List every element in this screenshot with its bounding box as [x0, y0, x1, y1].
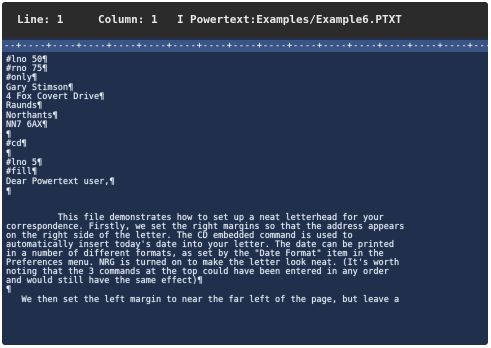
powertext-editor-window: Line: 1 Column: 1 I Powertext:Examples/E…: [2, 2, 488, 345]
document-line: #cd¶: [6, 139, 27, 149]
document-line: NN7 6AX¶: [6, 120, 48, 130]
ruler-markings: --+----+----+----+----+----+----+----+--…: [4, 41, 488, 51]
document-line: #only¶: [6, 73, 38, 83]
margin-ruler[interactable]: --+----+----+----+----+----+----+----+--…: [2, 40, 488, 52]
file-path: Powertext:Examples/Example6.PTXT: [190, 13, 402, 26]
status-bar: Line: 1 Column: 1 I Powertext:Examples/E…: [2, 2, 488, 38]
document-line: #fill¶: [6, 167, 38, 177]
screen: Line: 1 Column: 1 I Powertext:Examples/E…: [0, 0, 491, 348]
document-line: and would still have the same effect)¶: [6, 276, 203, 286]
document-line: Dear Powertext user,¶: [6, 177, 115, 187]
document-line: Raunds¶: [6, 101, 43, 111]
column-indicator: Column: 1: [98, 13, 158, 26]
insert-mode-indicator: I: [177, 13, 184, 26]
line-indicator: Line: 1: [17, 13, 64, 26]
document-text-area[interactable]: #lno 50¶ #rno 75¶ #only¶ Gary Stimson¶ 4 Fox…: [2, 54, 488, 345]
document-line: We then set the left margin to near the …: [6, 295, 400, 305]
document-line: ¶: [6, 285, 12, 295]
document-line: ¶: [6, 187, 12, 197]
